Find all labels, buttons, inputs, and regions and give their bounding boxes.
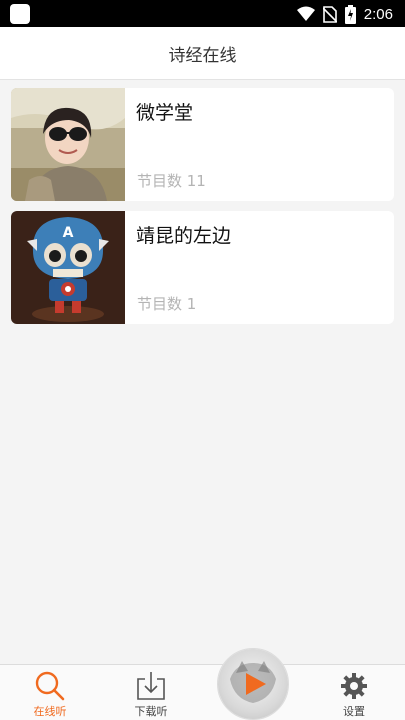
notification-app-icon <box>10 4 30 24</box>
svg-text:A: A <box>63 225 74 241</box>
album-thumbnail <box>11 88 125 201</box>
episode-count: 节目数 11 <box>137 172 206 190</box>
status-bar: 2:06 <box>0 0 405 27</box>
episode-count: 节目数 1 <box>137 295 197 313</box>
now-playing-button[interactable] <box>217 648 289 720</box>
album-card[interactable]: A 靖昆的左边 节目数 1 <box>11 211 394 324</box>
album-card[interactable]: 微学堂 节目数 11 <box>11 88 394 201</box>
tab-settings[interactable]: 设置 <box>314 665 394 720</box>
status-time: 2:06 <box>363 5 393 23</box>
tab-label: 设置 <box>343 705 365 718</box>
page-title: 诗经在线 <box>168 45 237 66</box>
album-title: 微学堂 <box>136 102 194 124</box>
tab-label: 下载听 <box>134 705 168 718</box>
tab-download[interactable]: 下载听 <box>111 665 191 720</box>
gear-icon <box>340 671 368 701</box>
tab-online[interactable]: 在线听 <box>10 665 90 720</box>
no-sim-icon <box>322 5 337 23</box>
album-title: 靖昆的左边 <box>136 225 232 247</box>
battery-charging-icon <box>344 4 356 24</box>
album-thumbnail: A <box>11 211 125 324</box>
wifi-icon <box>296 6 315 22</box>
now-playing-cover <box>218 649 288 719</box>
bottom-tab-bar: 在线听 下载听 设置 <box>0 664 405 720</box>
tab-label: 在线听 <box>33 705 67 718</box>
search-icon <box>34 671 66 701</box>
app-header: 诗经在线 <box>0 27 405 80</box>
download-icon <box>136 671 166 701</box>
